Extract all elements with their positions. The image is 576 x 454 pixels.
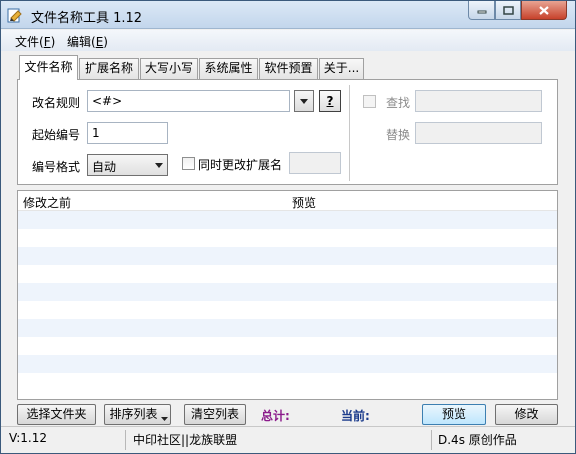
panel-divider bbox=[349, 85, 350, 181]
change-ext-checkbox[interactable] bbox=[182, 157, 195, 170]
number-format-select[interactable]: 自动 bbox=[87, 154, 168, 176]
list-row bbox=[18, 265, 557, 283]
menu-file-key: F bbox=[43, 35, 51, 49]
rule-input[interactable]: <#> bbox=[87, 90, 290, 112]
file-list[interactable]: 修改之前 预览 bbox=[17, 190, 558, 400]
help-button[interactable]: ? bbox=[319, 90, 341, 112]
start-number-input[interactable]: 1 bbox=[87, 122, 168, 144]
list-row bbox=[18, 373, 557, 391]
list-row bbox=[18, 337, 557, 355]
credit-text: D.4s 原创作品 bbox=[438, 433, 517, 447]
list-row bbox=[18, 229, 557, 247]
minimize-icon bbox=[477, 10, 486, 14]
list-header: 修改之前 预览 bbox=[18, 191, 557, 211]
list-row bbox=[18, 283, 557, 301]
version-text: V:1.12 bbox=[9, 431, 47, 445]
menu-bar: 文件(F) 编辑(E) bbox=[1, 30, 575, 51]
tab-attributes[interactable]: 系统属性 bbox=[199, 58, 258, 79]
list-row bbox=[18, 355, 557, 373]
sort-list-button[interactable]: 排序列表 bbox=[104, 404, 171, 425]
number-format-value: 自动 bbox=[92, 160, 117, 174]
list-row bbox=[18, 319, 557, 337]
rule-label: 改名规则 bbox=[32, 96, 81, 110]
tab-filename[interactable]: 文件名称 bbox=[19, 55, 78, 80]
menu-edit-paren: ) bbox=[103, 35, 108, 49]
current-label: 当前: bbox=[341, 409, 370, 423]
find-input[interactable] bbox=[415, 90, 542, 112]
status-divider bbox=[431, 430, 432, 450]
window-title: 文件名称工具 1.12 bbox=[31, 11, 143, 26]
number-format-label: 编号格式 bbox=[32, 160, 81, 174]
chevron-down-icon bbox=[161, 417, 168, 421]
replace-input[interactable] bbox=[415, 122, 542, 144]
list-row bbox=[18, 211, 557, 229]
replace-label: 替换 bbox=[386, 128, 411, 142]
menu-file-paren: ) bbox=[50, 35, 56, 49]
tab-presets[interactable]: 软件预置 bbox=[259, 58, 318, 79]
chevron-down-icon bbox=[155, 163, 163, 168]
clear-list-button[interactable]: 清空列表 bbox=[184, 404, 246, 425]
maximize-button[interactable] bbox=[495, 1, 521, 20]
change-ext-label: 同时更改扩展名 bbox=[198, 158, 283, 172]
tab-case[interactable]: 大写小写 bbox=[140, 58, 198, 79]
minimize-button[interactable] bbox=[468, 1, 495, 20]
close-button[interactable] bbox=[521, 1, 567, 20]
app-window: 文件名称工具 1.12 文件(F) 编辑(E) 文件名称 扩展名称 大写小写 系… bbox=[0, 0, 576, 454]
title-bar[interactable]: 文件名称工具 1.12 bbox=[1, 1, 575, 29]
menu-file-label: 文件( bbox=[15, 35, 44, 49]
tab-about[interactable]: 关于... bbox=[319, 58, 364, 79]
total-label: 总计: bbox=[261, 409, 290, 423]
column-before[interactable]: 修改之前 bbox=[23, 194, 71, 211]
status-divider bbox=[125, 430, 126, 450]
find-label: 查找 bbox=[386, 96, 411, 110]
start-number-label: 起始编号 bbox=[32, 128, 81, 142]
find-checkbox[interactable] bbox=[363, 95, 376, 108]
column-preview[interactable]: 预览 bbox=[292, 194, 316, 211]
change-ext-input[interactable] bbox=[289, 152, 341, 174]
list-row bbox=[18, 247, 557, 265]
modify-button[interactable]: 修改 bbox=[495, 404, 558, 425]
sort-list-label: 排序列表 bbox=[109, 407, 158, 421]
community-text: 中印社区||龙族联盟 bbox=[133, 433, 238, 447]
menu-edit-label: 编辑( bbox=[67, 35, 96, 49]
tab-extension[interactable]: 扩展名称 bbox=[79, 58, 139, 79]
status-bar: V:1.12 中印社区||龙族联盟 D.4s 原创作品 bbox=[1, 426, 575, 453]
select-folder-button[interactable]: 选择文件夹 bbox=[17, 404, 96, 425]
menu-edit[interactable]: 编辑(E) bbox=[67, 33, 108, 50]
menu-file[interactable]: 文件(F) bbox=[15, 33, 55, 50]
close-icon bbox=[539, 5, 549, 15]
chevron-down-icon bbox=[300, 98, 308, 104]
rule-dropdown-button[interactable] bbox=[294, 90, 314, 112]
list-row bbox=[18, 301, 557, 319]
app-icon bbox=[7, 8, 22, 23]
maximize-icon bbox=[502, 5, 514, 15]
preview-button[interactable]: 预览 bbox=[422, 404, 486, 425]
